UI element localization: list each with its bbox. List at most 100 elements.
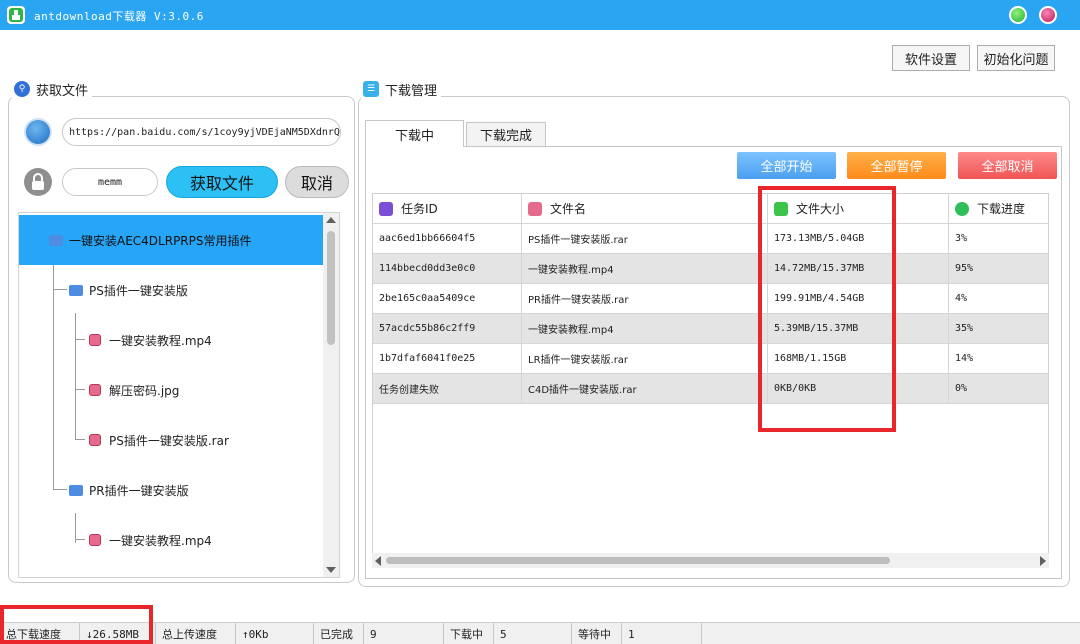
table-row[interactable]: 1b7dfaf6041f0e25 LR插件一键安装版.rar 168MB/1.1… xyxy=(373,344,1048,374)
minimize-button[interactable] xyxy=(1009,6,1027,24)
search-icon: ⚲ xyxy=(14,81,30,97)
cell-progress: 14% xyxy=(949,344,1048,374)
cell-task-id: 任务创建失败 xyxy=(373,374,522,404)
folder-icon xyxy=(69,484,83,496)
download-manager-icon: ☰ xyxy=(363,81,379,97)
tree-item[interactable]: PS插件一键安装版.rar xyxy=(19,415,323,465)
file-icon xyxy=(89,384,101,396)
scroll-down-icon[interactable] xyxy=(326,567,336,573)
cell-progress: 35% xyxy=(949,314,1048,344)
cell-task-id: 114bbecd0dd3e0c0 xyxy=(373,254,522,284)
check-icon xyxy=(955,201,969,216)
tree-item-label: PS插件一键安装版 xyxy=(89,283,188,298)
file-name-icon xyxy=(528,201,542,216)
downloading-count: 5 xyxy=(494,623,572,644)
download-table: 任务ID 文件名 文件大小 下载进度 aac6ed1bb66604f5 PS插件… xyxy=(372,193,1049,568)
table-horizontal-scrollbar[interactable] xyxy=(372,553,1049,568)
task-id-icon xyxy=(379,201,393,216)
file-icon xyxy=(89,534,101,546)
upload-speed-label: 总上传速度 xyxy=(156,623,236,644)
cell-progress: 4% xyxy=(949,284,1048,314)
cell-filename: C4D插件一键安装版.rar xyxy=(522,374,768,404)
tab-downloading[interactable]: 下载中 xyxy=(365,120,464,147)
cancel-all-button[interactable]: 全部取消 xyxy=(958,152,1057,179)
completed-label: 已完成 xyxy=(314,623,364,644)
cell-task-id: 1b7dfaf6041f0e25 xyxy=(373,344,522,374)
table-row[interactable]: 57acdc55b86c2ff9 一键安装教程.mp4 5.39MB/15.37… xyxy=(373,314,1048,344)
close-button[interactable] xyxy=(1039,6,1057,24)
table-row[interactable]: 2be165c0aa5409ce PR插件一键安装版.rar 199.91MB/… xyxy=(373,284,1048,314)
tree-item[interactable]: 解压密码.jpg xyxy=(19,365,323,415)
folder-icon xyxy=(49,234,63,246)
pause-all-button[interactable]: 全部暂停 xyxy=(847,152,946,179)
cell-task-id: 2be165c0aa5409ce xyxy=(373,284,522,314)
download-manager-title: ☰ 下载管理 xyxy=(361,79,442,99)
waiting-count: 1 xyxy=(622,623,702,644)
tree-item-label: PR插件一键安装版 xyxy=(89,483,189,498)
folder-icon xyxy=(69,284,83,296)
tree-item[interactable]: 一键安装教程.mp4 xyxy=(19,315,323,365)
tab-completed[interactable]: 下载完成 xyxy=(466,122,546,147)
tree-item-label: 一键安装AEC4DLRPRPS常用插件 xyxy=(69,233,252,248)
column-header-task-id[interactable]: 任务ID xyxy=(373,194,522,224)
scroll-right-icon[interactable] xyxy=(1040,556,1046,566)
tree-item-label: 一键安装教程.mp4 xyxy=(109,333,212,348)
file-icon xyxy=(89,334,101,346)
window-title: antdownload下载器 V:3.0.6 xyxy=(34,10,204,23)
fetch-files-title: ⚲ 获取文件 xyxy=(12,79,93,99)
tree-item-label: 解压密码.jpg xyxy=(109,383,180,398)
column-label: 下载进度 xyxy=(977,202,1026,216)
tree-scroll-thumb[interactable] xyxy=(327,231,335,345)
settings-button[interactable]: 软件设置 xyxy=(892,45,970,71)
tree-item[interactable]: PS插件一键安装版 xyxy=(19,265,323,315)
cell-task-id: 57acdc55b86c2ff9 xyxy=(373,314,522,344)
fetch-files-button[interactable]: 获取文件 xyxy=(166,166,278,198)
cell-filename: 一键安装教程.mp4 xyxy=(522,314,768,344)
cell-filename: PS插件一键安装版.rar xyxy=(522,224,768,254)
start-all-button[interactable]: 全部开始 xyxy=(737,152,836,179)
status-bar: 总下载速度 ↓26.58MB 总上传速度 ↑0Kb 已完成 9 下载中 5 等待… xyxy=(0,622,1080,644)
file-tree[interactable]: 一键安装AEC4DLRPRPS常用插件 PS插件一键安装版 一键安装教程.mp4… xyxy=(18,212,340,578)
cell-filename: LR插件一键安装版.rar xyxy=(522,344,768,374)
column-label: 文件名 xyxy=(550,202,587,216)
tree-item[interactable]: 一键安装AEC4DLRPRPS常用插件 xyxy=(19,215,323,265)
title-bar: antdownload下载器 V:3.0.6 xyxy=(0,0,1080,30)
cancel-fetch-button[interactable]: 取消 xyxy=(285,166,349,198)
cell-progress: 0% xyxy=(949,374,1048,404)
column-header-progress[interactable]: 下载进度 xyxy=(949,194,1048,224)
upload-speed-value: ↑0Kb xyxy=(236,623,314,644)
tree-item[interactable]: 一键安装教程.mp4 xyxy=(19,515,323,565)
table-row[interactable]: aac6ed1bb66604f5 PS插件一键安装版.rar 173.13MB/… xyxy=(373,224,1048,254)
fetch-files-title-text: 获取文件 xyxy=(36,83,89,99)
table-scroll-thumb[interactable] xyxy=(386,557,890,564)
globe-icon xyxy=(24,118,52,146)
column-label: 任务ID xyxy=(401,202,438,216)
file-icon xyxy=(89,434,101,446)
tree-item-label: 一键安装教程.mp4 xyxy=(109,533,212,548)
app-logo-icon xyxy=(7,6,25,24)
cell-progress: 3% xyxy=(949,224,1048,254)
download-speed-highlight xyxy=(0,605,153,644)
file-size-highlight xyxy=(758,186,896,432)
init-problem-button[interactable]: 初始化问题 xyxy=(977,45,1055,71)
completed-count: 9 xyxy=(364,623,444,644)
lock-glyph-icon xyxy=(32,173,44,190)
scroll-up-icon[interactable] xyxy=(326,217,336,223)
column-header-filename[interactable]: 文件名 xyxy=(522,194,768,224)
table-row[interactable]: 任务创建失败 C4D插件一键安装版.rar 0KB/0KB 0% xyxy=(373,374,1048,404)
share-url-input[interactable]: https://pan.baidu.com/s/1coy9yjVDEjaNM5D… xyxy=(62,118,341,146)
extract-code-input[interactable]: memm xyxy=(62,168,158,196)
tree-item[interactable]: PR插件一键安装版 xyxy=(19,465,323,515)
download-manager-title-text: 下载管理 xyxy=(385,83,438,99)
cell-filename: 一键安装教程.mp4 xyxy=(522,254,768,284)
tree-item-label: PS插件一键安装版.rar xyxy=(109,433,229,448)
cell-progress: 95% xyxy=(949,254,1048,284)
lock-icon xyxy=(24,168,52,196)
tree-scrollbar[interactable] xyxy=(323,213,339,577)
downloading-label: 下载中 xyxy=(444,623,494,644)
table-row[interactable]: 114bbecd0dd3e0c0 一键安装教程.mp4 14.72MB/15.3… xyxy=(373,254,1048,284)
cell-task-id: aac6ed1bb66604f5 xyxy=(373,224,522,254)
cell-filename: PR插件一键安装版.rar xyxy=(522,284,768,314)
waiting-label: 等待中 xyxy=(572,623,622,644)
scroll-left-icon[interactable] xyxy=(375,556,381,566)
